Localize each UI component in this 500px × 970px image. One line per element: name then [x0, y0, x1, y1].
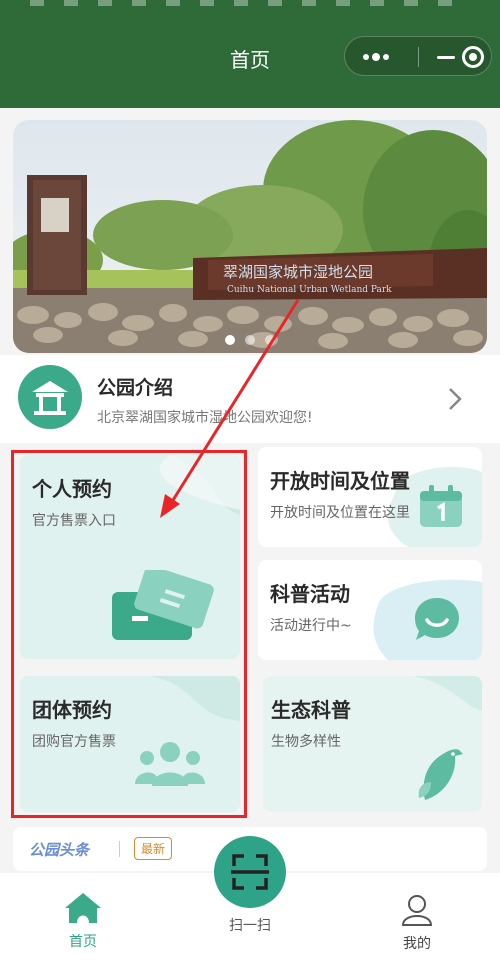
science-activity-card[interactable]: 科普活动 活动进行中~ [258, 560, 482, 660]
bird-leaf-icon [418, 749, 463, 800]
scan-button[interactable] [214, 836, 286, 908]
science-activity-title: 科普活动 [270, 582, 350, 606]
ecology-title: 生态科普 [271, 698, 351, 722]
tab-home[interactable]: 首页 [58, 891, 108, 951]
hours-location-title: 开放时间及位置 [270, 469, 410, 493]
science-activity-subtitle: 活动进行中~ [270, 618, 352, 634]
hours-location-subtitle: 开放时间及位置在这里 [270, 505, 410, 521]
tab-scan-label: 扫一扫 [229, 918, 271, 934]
tab-mine[interactable]: 我的 [392, 893, 442, 953]
ecology-science-card[interactable]: 生态科普 生物多样性 [263, 676, 482, 812]
hours-location-card[interactable]: 开放时间及位置 开放时间及位置在这里 [258, 447, 482, 547]
calendar-icon [420, 485, 462, 527]
chat-bubble-icon [415, 598, 459, 640]
scan-icon [231, 854, 269, 890]
tab-mine-label: 我的 [403, 936, 431, 952]
latest-badge: 最新 [134, 837, 173, 860]
headline-title: 公园头条 [29, 841, 90, 859]
ecology-subtitle: 生物多样性 [271, 734, 341, 750]
user-icon [401, 895, 433, 926]
home-icon [65, 893, 101, 923]
tab-home-label: 首页 [69, 934, 97, 950]
